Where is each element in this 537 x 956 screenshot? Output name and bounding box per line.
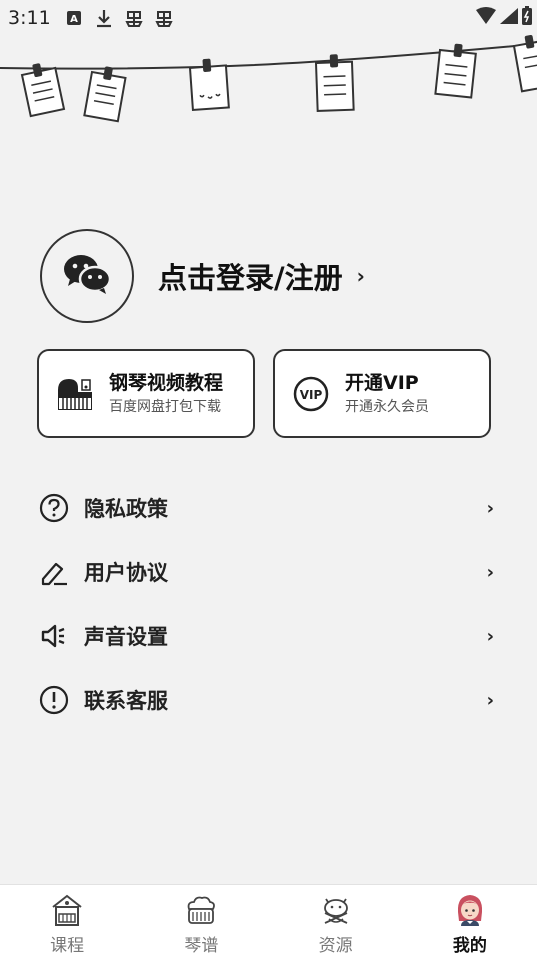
card-title: 钢琴视频教程 (109, 371, 224, 394)
vip-icon: VIP (291, 374, 331, 414)
menu-label: 用户协议 (84, 560, 168, 585)
menu-item-sound-settings[interactable]: 声音设置 › (38, 604, 498, 668)
bug-icon (123, 7, 145, 29)
nav-label: 琴谱 (184, 936, 219, 956)
nav-item-courses[interactable]: 课程 (0, 885, 134, 956)
edit-icon (38, 556, 70, 588)
nav-label: 我的 (452, 936, 487, 956)
speaker-icon (38, 620, 70, 652)
login-label[interactable]: 点击登录/注册 (158, 255, 343, 297)
wifi-icon (475, 7, 497, 30)
nav-item-resources[interactable]: 资源 (269, 885, 403, 956)
chevron-right-icon: › (356, 264, 365, 288)
battery-icon (521, 6, 533, 31)
cat-icon (317, 891, 355, 929)
bottom-navigation: 课程 琴谱 资源 我的 (0, 884, 537, 956)
card-title: 开通VIP (345, 371, 419, 394)
avatar[interactable] (40, 229, 134, 323)
card-text: 钢琴视频教程 百度网盘打包下载 (109, 371, 223, 417)
open-vip-card[interactable]: VIP 开通VIP 开通永久会员 (273, 349, 491, 438)
chevron-right-icon: › (486, 625, 494, 647)
exclamation-icon (38, 684, 70, 716)
chevron-right-icon: › (486, 561, 494, 583)
nav-item-me[interactable]: 我的 (403, 885, 537, 956)
menu-label: 隐私政策 (84, 496, 168, 521)
profile-page: 3:11 A 点击登录/注册 › 钢琴视频教程 百度网盘打包下载 VIP 开通V… (0, 0, 537, 956)
wechat-icon (62, 253, 112, 299)
card-text: 开通VIP 开通永久会员 (345, 371, 429, 417)
status-time: 3:11 (8, 7, 51, 29)
nav-label: 课程 (50, 936, 85, 956)
chevron-right-icon: › (486, 497, 494, 519)
bug-icon (153, 7, 175, 29)
piano-video-tutorial-card[interactable]: 钢琴视频教程 百度网盘打包下载 (37, 349, 255, 438)
svg-text:A: A (70, 14, 78, 25)
menu-label: 声音设置 (84, 624, 168, 649)
menu-label: 联系客服 (84, 688, 168, 713)
piano-cloud-icon (182, 891, 220, 929)
login-section[interactable]: 点击登录/注册 › (40, 229, 365, 323)
question-icon (38, 492, 70, 524)
card-subtitle: 百度网盘打包下载 (109, 398, 221, 415)
nav-label: 资源 (318, 936, 353, 956)
settings-menu: 隐私政策 › 用户协议 › 声音设置 › 联系客服 › (38, 476, 498, 732)
download-icon (93, 7, 115, 29)
menu-item-privacy-policy[interactable]: 隐私政策 › (38, 476, 498, 540)
girl-avatar-icon (451, 891, 489, 929)
signal-icon (499, 7, 519, 30)
svg-text:VIP: VIP (300, 388, 323, 402)
chevron-right-icon: › (486, 689, 494, 711)
piano-icon (55, 374, 95, 414)
nav-item-sheet-music[interactable]: 琴谱 (134, 885, 268, 956)
menu-item-customer-service[interactable]: 联系客服 › (38, 668, 498, 732)
piano-house-icon (48, 891, 86, 929)
hanging-notes-decoration (0, 30, 537, 130)
a-notification-icon: A (63, 7, 85, 29)
card-subtitle: 开通永久会员 (345, 398, 429, 415)
menu-item-user-agreement[interactable]: 用户协议 › (38, 540, 498, 604)
